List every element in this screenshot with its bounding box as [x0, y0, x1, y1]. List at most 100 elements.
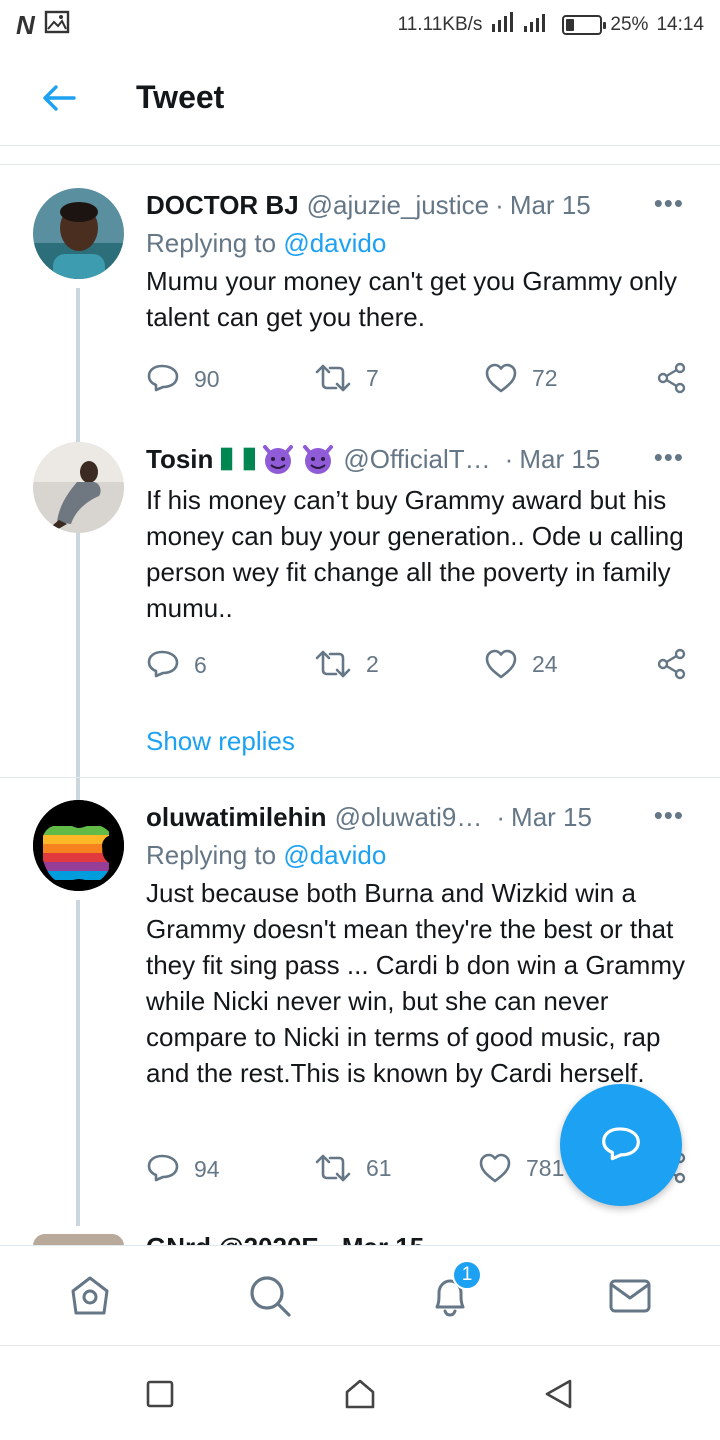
mail-icon: [609, 1279, 651, 1313]
user-handle[interactable]: @OfficialT…: [343, 444, 490, 475]
heart-icon: [485, 363, 517, 393]
signal-icon: [490, 10, 554, 40]
peek-tweet-header: GNrd @2020E · Mar 15: [146, 1232, 424, 1246]
user-name[interactable]: Tosin: [146, 444, 213, 475]
recents-button[interactable]: [140, 1374, 180, 1414]
home-icon: [71, 1276, 109, 1315]
avatar[interactable]: [33, 188, 124, 279]
retweet-icon: [315, 1154, 351, 1182]
search-icon: [250, 1276, 291, 1317]
heart-icon: [485, 649, 517, 679]
mention-link[interactable]: @davido: [283, 840, 386, 870]
back-arrow-icon: [43, 84, 76, 111]
thread-line: [76, 900, 80, 1226]
thread-line: [76, 542, 80, 807]
divider: [0, 164, 720, 165]
show-replies-link[interactable]: Show replies: [146, 726, 295, 757]
reply-icon: [147, 364, 179, 392]
user-handle[interactable]: @ajuzie_justice: [307, 190, 489, 221]
nav-search[interactable]: [244, 1270, 296, 1322]
mention-link[interactable]: @davido: [283, 228, 386, 258]
user-emoji: [221, 442, 335, 476]
tweet-body: Tosin @OfficialT… · Mar 15 ••• If his mo…: [146, 442, 692, 626]
tweet-actions: 90 7 72: [146, 362, 692, 402]
share-button[interactable]: [656, 648, 688, 680]
retweet-icon: [315, 364, 351, 392]
battery-fill: [566, 19, 575, 31]
heart-icon: [479, 1153, 511, 1183]
avatar[interactable]: [33, 800, 124, 891]
reply-button[interactable]: 6: [146, 648, 207, 682]
like-count: 72: [532, 364, 558, 391]
tweet-header: Tosin @OfficialT… · Mar 15: [146, 442, 692, 476]
tweet-date: Mar 15: [509, 189, 591, 220]
retweet-count: 7: [366, 364, 379, 391]
replying-label: Replying to: [146, 840, 277, 870]
reply-count: 90: [194, 365, 220, 392]
notification-badge: 1: [452, 1260, 482, 1290]
tweet-date: Mar 15: [519, 443, 601, 474]
reply-icon: [602, 1127, 640, 1161]
nav-notifications[interactable]: 1: [424, 1260, 482, 1322]
tweet-text: If his money can’t buy Grammy award but …: [146, 485, 684, 623]
nav-home[interactable]: [64, 1270, 116, 1322]
reply-icon: [147, 650, 179, 678]
house-icon: [345, 1379, 375, 1409]
retweet-count: 2: [366, 650, 379, 677]
tweet-body: DOCTOR BJ @ajuzie_justice · Mar 15 ••• R…: [146, 188, 692, 335]
replying-to: Replying to @davido: [146, 840, 692, 871]
back-button[interactable]: [24, 63, 94, 133]
tweet-body: oluwatimilehin @oluwati9… · Mar 15 ••• R…: [146, 800, 692, 1091]
user-name[interactable]: DOCTOR BJ: [146, 190, 299, 221]
battery-icon: [562, 15, 607, 35]
status-left: N: [16, 10, 70, 41]
retweet-icon: [315, 650, 351, 678]
retweet-button[interactable]: 2: [314, 648, 379, 680]
back-system-button[interactable]: [538, 1374, 578, 1414]
like-button[interactable]: 24: [484, 648, 558, 680]
status-bar: N 11.11KB/s 25% 14:14: [0, 0, 720, 50]
reply-button[interactable]: 94: [146, 1152, 220, 1186]
reply-count: 6: [194, 651, 207, 678]
network-speed: 11.11KB/s: [397, 14, 483, 35]
share-button[interactable]: [656, 362, 688, 394]
notification-n-icon: N: [16, 9, 35, 40]
retweet-count: 61: [366, 1154, 392, 1181]
avatar[interactable]: [33, 442, 124, 533]
tweet-header: DOCTOR BJ @ajuzie_justice · Mar 15: [146, 188, 692, 222]
gallery-icon: [44, 10, 70, 40]
more-options-icon[interactable]: •••: [654, 188, 684, 219]
retweet-button[interactable]: 61: [314, 1152, 392, 1184]
reply-button[interactable]: 90: [146, 362, 220, 396]
reply-count: 94: [194, 1155, 220, 1182]
user-handle[interactable]: @oluwati9…: [335, 802, 483, 833]
tweet-date: Mar 15: [511, 801, 592, 832]
share-icon: [657, 648, 686, 680]
reply-icon: [147, 1154, 179, 1182]
retweet-button[interactable]: 7: [314, 362, 379, 394]
square-icon: [146, 1380, 174, 1408]
nav-messages[interactable]: [604, 1270, 656, 1322]
like-button[interactable]: 781: [478, 1152, 564, 1184]
like-count: 24: [532, 650, 558, 677]
more-options-icon[interactable]: •••: [654, 442, 684, 473]
more-options-icon[interactable]: •••: [654, 800, 684, 831]
tweet-actions: 6 2 24: [146, 648, 692, 688]
user-name[interactable]: oluwatimilehin: [146, 802, 327, 833]
separator-dot: ·: [504, 443, 514, 474]
separator-dot: ·: [495, 189, 504, 220]
bottom-nav: 1: [0, 1245, 720, 1345]
tweet-text: Mumu your money can't get you Grammy onl…: [146, 266, 677, 332]
replying-to: Replying to @davido: [146, 228, 692, 259]
like-count: 781: [526, 1154, 565, 1181]
like-button[interactable]: 72: [484, 362, 558, 394]
header: Tweet: [0, 50, 720, 146]
status-right: 11.11KB/s 25% 14:14: [398, 10, 704, 40]
system-nav-bar: [0, 1345, 720, 1440]
compose-reply-button[interactable]: [560, 1084, 682, 1206]
home-system-button[interactable]: [340, 1374, 380, 1414]
tweet-header: oluwatimilehin @oluwati9… · Mar 15: [146, 800, 692, 834]
triangle-back-icon: [545, 1379, 572, 1409]
page-title: Tweet: [136, 79, 225, 115]
divider: [0, 777, 720, 778]
